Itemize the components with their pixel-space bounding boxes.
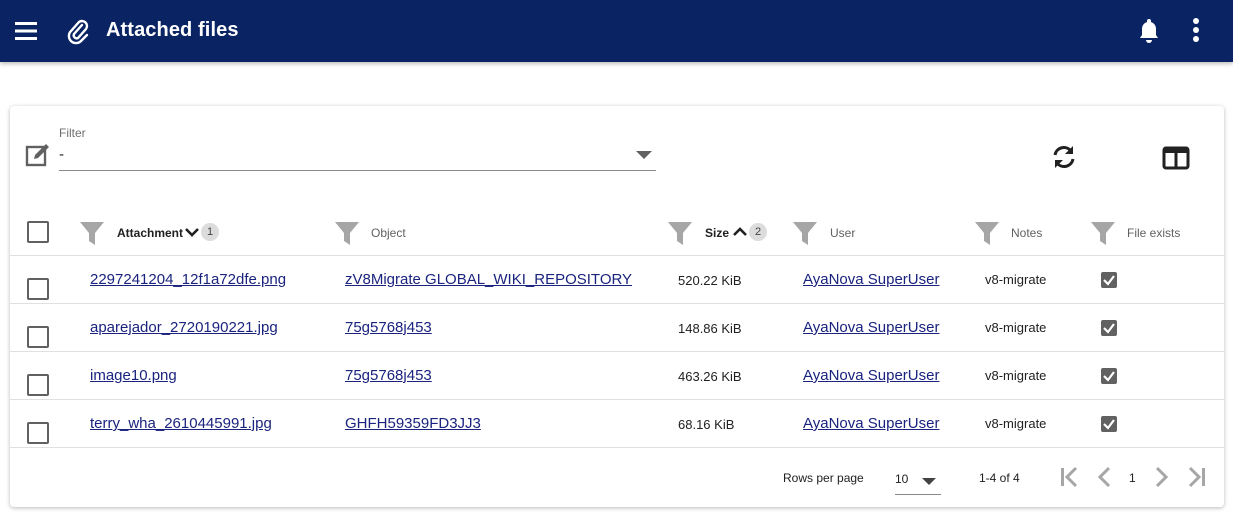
row-checkbox[interactable] [27, 326, 49, 348]
arrow-down-icon[interactable] [184, 224, 200, 240]
column-header-size[interactable]: Size [705, 226, 729, 240]
column-header-file-exists[interactable]: File exists [1127, 226, 1180, 240]
table-row[interactable]: aparejador_2720190221.jpg 75g5768j453 14… [10, 304, 1224, 352]
filter-underline [59, 170, 656, 171]
column-header-object[interactable]: Object [371, 226, 406, 240]
attachments-card: Filter - Attachment 1 Object Size 2 User… [10, 106, 1224, 507]
attachment-link[interactable]: image10.png [90, 367, 177, 384]
object-link[interactable]: 75g5768j453 [345, 319, 432, 336]
sort-order-badge: 1 [201, 223, 219, 241]
table-row[interactable]: terry_wha_2610445991.jpg GHFH59359FD3JJ3… [10, 400, 1224, 448]
row-checkbox[interactable] [27, 278, 49, 300]
attachment-link[interactable]: aparejador_2720190221.jpg [90, 319, 278, 336]
column-header-attachment[interactable]: Attachment [117, 226, 183, 240]
object-link[interactable]: zV8Migrate GLOBAL_WIKI_REPOSITORY [345, 271, 632, 288]
more-vertical-icon[interactable] [1186, 17, 1206, 43]
app-bar: Attached files [0, 0, 1233, 62]
refresh-icon[interactable] [1050, 143, 1078, 171]
notes-value: v8-migrate [985, 368, 1047, 383]
table-row[interactable]: image10.png 75g5768j453 463.26 KiB AyaNo… [10, 352, 1224, 400]
user-link[interactable]: AyaNova SuperUser [803, 367, 939, 384]
notes-value: v8-migrate [985, 272, 1047, 287]
user-link[interactable]: AyaNova SuperUser [803, 415, 939, 432]
check-box-icon [1101, 320, 1117, 336]
notes-value: v8-migrate [985, 416, 1047, 431]
next-page-icon[interactable] [1150, 465, 1172, 489]
user-link[interactable]: AyaNova SuperUser [803, 271, 939, 288]
user-link[interactable]: AyaNova SuperUser [803, 319, 939, 336]
column-header-user[interactable]: User [830, 226, 855, 240]
page-title: Attached files [106, 19, 239, 41]
previous-page-icon[interactable] [1094, 465, 1116, 489]
filter-funnel-icon[interactable] [334, 220, 360, 246]
rows-per-page-select[interactable]: 10 [895, 471, 941, 495]
attachment-link[interactable]: terry_wha_2610445991.jpg [90, 415, 272, 432]
row-checkbox[interactable] [27, 374, 49, 396]
chevron-down-icon [922, 478, 936, 485]
pagination-range: 1-4 of 4 [979, 471, 1020, 485]
view-column-icon[interactable] [1162, 145, 1190, 171]
table-row[interactable]: 2297241204_12f1a72dfe.png zV8Migrate GLO… [10, 256, 1224, 304]
arrow-up-icon[interactable] [732, 224, 748, 240]
size-value: 68.16 KiB [678, 417, 735, 432]
filter-funnel-icon[interactable] [1090, 220, 1116, 246]
menu-icon[interactable] [14, 19, 38, 43]
filter-funnel-icon[interactable] [792, 220, 818, 246]
size-value: 520.22 KiB [678, 273, 742, 288]
filter-funnel-icon[interactable] [974, 220, 1000, 246]
paperclip-icon [67, 19, 89, 45]
filter-funnel-icon[interactable] [79, 220, 105, 246]
rows-per-page-value: 10 [895, 472, 909, 486]
bell-icon[interactable] [1137, 17, 1161, 43]
check-box-icon [1101, 272, 1117, 288]
filter-select[interactable]: - [59, 146, 64, 163]
current-page: 1 [1129, 471, 1136, 485]
attachment-link[interactable]: 2297241204_12f1a72dfe.png [90, 271, 286, 288]
sort-order-badge: 2 [749, 223, 767, 241]
filter-funnel-icon[interactable] [667, 220, 693, 246]
column-header-notes[interactable]: Notes [1011, 226, 1042, 240]
object-link[interactable]: 75g5768j453 [345, 367, 432, 384]
row-checkbox[interactable] [27, 422, 49, 444]
check-box-icon [1101, 368, 1117, 384]
size-value: 148.86 KiB [678, 321, 742, 336]
check-box-icon [1101, 416, 1117, 432]
first-page-icon[interactable] [1058, 465, 1080, 489]
rows-per-page-label: Rows per page [783, 471, 864, 485]
chevron-down-icon[interactable] [636, 151, 652, 159]
size-value: 463.26 KiB [678, 369, 742, 384]
object-link[interactable]: GHFH59359FD3JJ3 [345, 415, 481, 432]
select-all-checkbox[interactable] [27, 221, 49, 243]
edit-note-icon[interactable] [25, 142, 51, 168]
table-header: Attachment 1 Object Size 2 User Notes Fi… [10, 209, 1224, 256]
notes-value: v8-migrate [985, 320, 1047, 335]
filter-label: Filter [59, 126, 86, 140]
last-page-icon[interactable] [1186, 465, 1208, 489]
